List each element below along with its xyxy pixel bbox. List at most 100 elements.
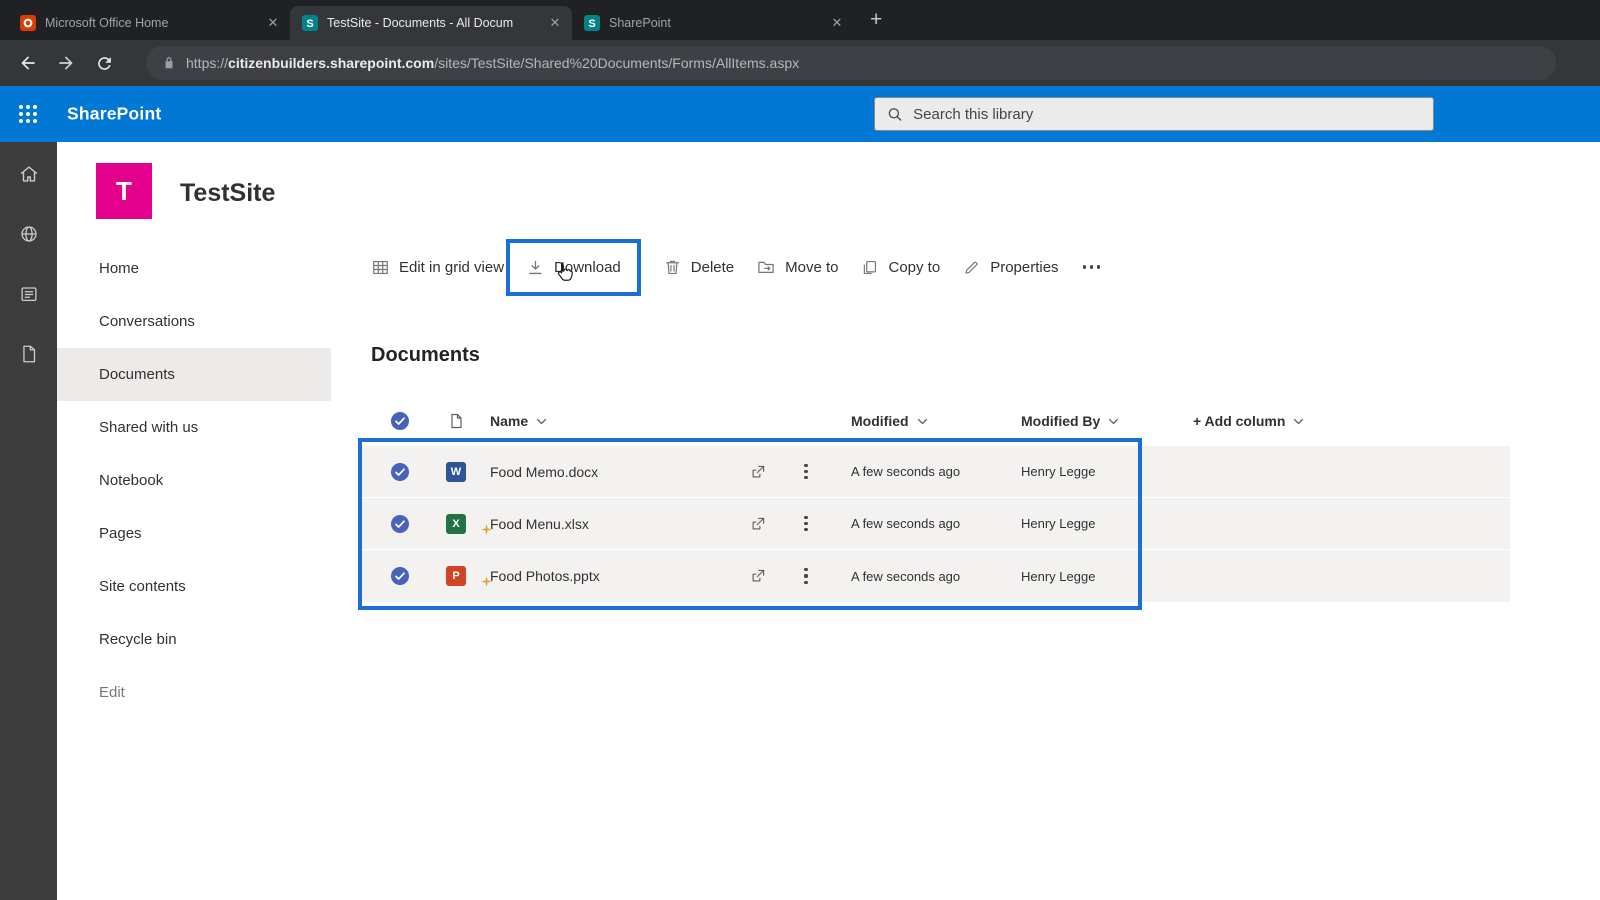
check-circle-icon: [391, 462, 409, 481]
row-checkbox[interactable]: [372, 462, 428, 481]
reload-icon: [97, 56, 111, 70]
tab-title: Microsoft Office Home: [45, 16, 169, 30]
check-circle-icon: [391, 567, 409, 585]
command-label: Properties: [990, 258, 1059, 276]
document-icon[interactable]: [17, 342, 41, 366]
app-rail: [0, 142, 57, 900]
sidebar-item-conversations[interactable]: Conversations: [57, 295, 331, 348]
row-checkbox[interactable]: [372, 567, 428, 585]
modified-by-value: Henry Legge: [1021, 568, 1096, 584]
check-circle-icon: [391, 412, 409, 430]
search-input[interactable]: [913, 105, 1421, 123]
download-annotation-box: Download: [506, 238, 641, 296]
news-icon[interactable]: [17, 282, 41, 306]
modified-value: A few seconds ago: [851, 568, 961, 584]
chevron-down-icon: [1109, 418, 1119, 424]
url-scheme: https://: [186, 55, 229, 71]
sidebar-item-documents[interactable]: Documents: [57, 348, 331, 401]
sidebar-item-site-contents[interactable]: Site contents: [57, 560, 331, 613]
file-name-link[interactable]: Food Photos.pptx: [490, 568, 600, 584]
forward-icon: [59, 56, 73, 70]
library-rows: W Food Memo.docx A few seconds ago Henry…: [362, 446, 1510, 602]
suite-bar: SharePoint: [0, 86, 1600, 142]
move-to-button[interactable]: Move to: [756, 257, 838, 277]
sharepoint-icon: S: [584, 15, 600, 31]
trash-icon: [665, 260, 679, 274]
close-icon[interactable]: ✕: [264, 14, 282, 32]
sidebar-item-edit[interactable]: Edit: [57, 666, 331, 719]
file-name-link[interactable]: Food Memo.docx: [490, 464, 598, 480]
file-type-column-icon[interactable]: [428, 413, 484, 429]
file-name-link[interactable]: Food Menu.xlsx: [490, 516, 589, 532]
sidebar-item-notebook[interactable]: Notebook: [57, 454, 331, 507]
search-icon: [888, 107, 902, 121]
sharepoint-brand-link[interactable]: SharePoint: [67, 104, 161, 125]
url-domain: citizenbuilders.sharepoint.com: [228, 55, 435, 71]
svg-text:S: S: [588, 18, 595, 30]
url-path: /sites/TestSite/Shared%20Documents/Forms…: [434, 55, 800, 71]
sidebar-item-home[interactable]: Home: [57, 242, 331, 295]
tab-testsite-documents[interactable]: S TestSite - Documents - All Docum ✕: [290, 6, 572, 40]
sharepoint-icon: S: [302, 15, 318, 31]
svg-text:S: S: [306, 18, 313, 30]
row-more-icon[interactable]: [782, 515, 830, 532]
back-button[interactable]: [12, 47, 44, 79]
share-icon: [752, 569, 765, 582]
url-text: https://citizenbuilders.sharepoint.com/s…: [186, 55, 799, 71]
excel-file-icon: X: [446, 513, 466, 534]
download-button[interactable]: Download: [526, 258, 621, 277]
sidebar-item-pages[interactable]: Pages: [57, 507, 331, 560]
table-row[interactable]: P Food Photos.pptx A few seconds ago Hen…: [362, 550, 1510, 602]
close-icon[interactable]: ✕: [546, 14, 564, 32]
row-more-icon[interactable]: [782, 463, 830, 480]
edit-in-grid-view-button[interactable]: Edit in grid view: [371, 258, 504, 277]
table-row[interactable]: W Food Memo.docx A few seconds ago Henry…: [362, 446, 1510, 498]
command-label: Download: [554, 258, 621, 276]
properties-button[interactable]: Properties: [962, 258, 1059, 277]
word-file-icon: W: [446, 461, 466, 482]
home-icon[interactable]: [17, 162, 41, 186]
new-item-sparkle-icon: [481, 523, 492, 535]
command-label: Edit in grid view: [399, 258, 505, 276]
more-options-icon[interactable]: [1081, 259, 1103, 275]
share-button[interactable]: [734, 463, 782, 481]
column-header-modified[interactable]: Modified: [830, 413, 1010, 429]
share-button[interactable]: [734, 567, 782, 585]
column-header-modified-by[interactable]: Modified By: [1010, 413, 1192, 429]
library-title: Documents: [371, 344, 480, 366]
sidebar-item-shared-with-us[interactable]: Shared with us: [57, 401, 331, 454]
new-tab-button[interactable]: +: [870, 9, 882, 30]
modified-value: A few seconds ago: [851, 464, 961, 479]
command-label: Copy to: [888, 258, 941, 276]
library-column-headers: Name Modified Modified By + Add column: [362, 398, 1510, 444]
tab-office-home[interactable]: Microsoft Office Home ✕: [8, 6, 290, 40]
column-header-name[interactable]: Name: [484, 413, 734, 429]
command-label: Move to: [785, 258, 839, 276]
sidebar-item-recycle-bin[interactable]: Recycle bin: [57, 613, 331, 666]
row-checkbox[interactable]: [372, 514, 428, 533]
site-logo[interactable]: T: [96, 163, 152, 219]
tab-sharepoint[interactable]: S SharePoint ✕: [572, 6, 854, 40]
app-launcher-waffle-icon[interactable]: [18, 104, 38, 124]
reload-button[interactable]: [88, 47, 120, 79]
globe-icon[interactable]: [17, 222, 41, 246]
close-icon[interactable]: ✕: [828, 14, 846, 32]
move-to-icon: [758, 261, 774, 274]
command-bar: Edit in grid view Download Delete Move t…: [371, 238, 1103, 296]
site-title[interactable]: TestSite: [180, 179, 275, 208]
row-more-icon[interactable]: [782, 568, 830, 584]
delete-button[interactable]: Delete: [663, 258, 734, 277]
back-icon: [21, 56, 35, 70]
table-row[interactable]: X Food Menu.xlsx A few seconds ago Henry…: [362, 498, 1510, 550]
page-icon: [451, 413, 462, 429]
select-all-checkbox[interactable]: [372, 412, 428, 430]
address-bar[interactable]: https://citizenbuilders.sharepoint.com/s…: [146, 46, 1556, 80]
add-column-button[interactable]: + Add column: [1192, 413, 1510, 429]
forward-button[interactable]: [50, 47, 82, 79]
pencil-icon: [965, 261, 978, 274]
powerpoint-file-icon: P: [446, 566, 466, 586]
copy-to-button[interactable]: Copy to: [860, 258, 940, 277]
share-button[interactable]: [734, 515, 782, 533]
new-item-sparkle-icon: [481, 576, 492, 587]
library-search-box[interactable]: [874, 97, 1434, 131]
